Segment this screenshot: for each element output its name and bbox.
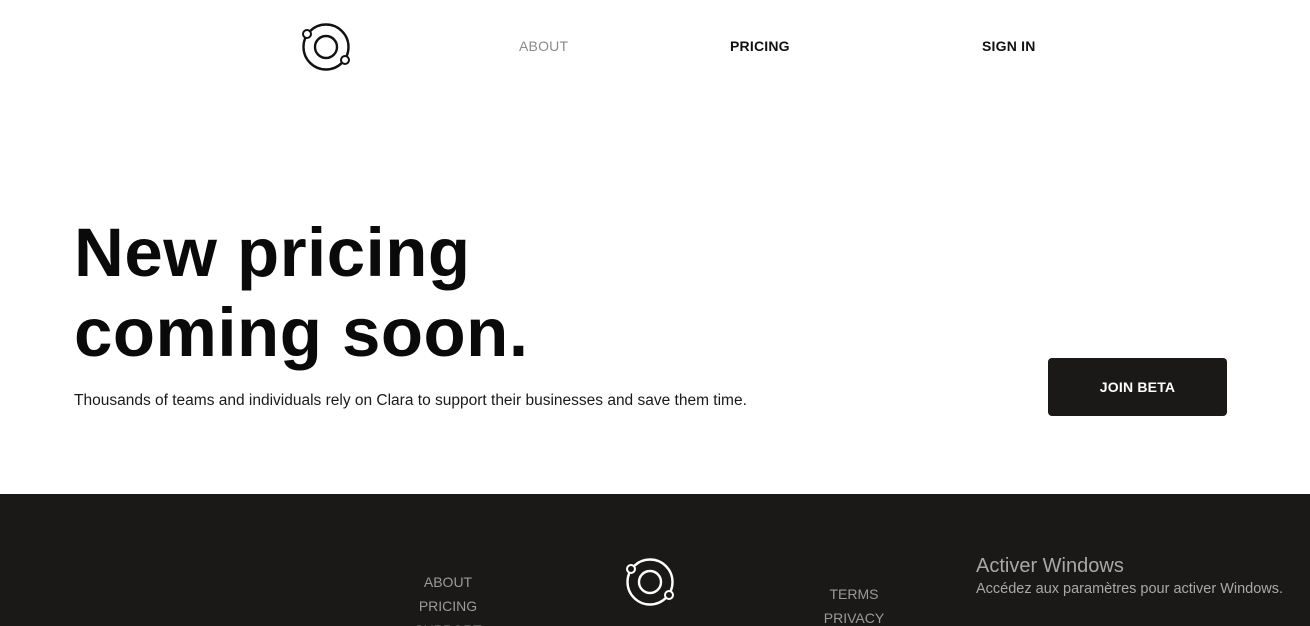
footer-nav-left: ABOUT PRICING SUPPORT	[398, 570, 498, 626]
orbit-ring-icon	[302, 23, 350, 71]
footer-logo-link[interactable]	[624, 556, 676, 608]
hero-title: New pricing coming soon.	[74, 213, 674, 373]
windows-activation-watermark: Activer Windows Accédez aux paramètres p…	[976, 554, 1283, 600]
site-footer: ABOUT PRICING SUPPORT TERMS PRIVACY Acti…	[0, 494, 1310, 626]
footer-link-about[interactable]: ABOUT	[398, 570, 498, 594]
footer-link-support[interactable]: SUPPORT	[398, 618, 498, 626]
orbit-ring-icon	[626, 558, 674, 606]
footer-link-privacy[interactable]: PRIVACY	[804, 606, 904, 626]
footer-nav-right: TERMS PRIVACY	[804, 582, 904, 626]
join-beta-button[interactable]: JOIN BETA	[1048, 358, 1227, 416]
nav-sign-in[interactable]: SIGN IN	[982, 38, 1036, 54]
nav-pricing[interactable]: PRICING	[730, 38, 790, 54]
hero-title-line-2: coming soon.	[74, 294, 529, 371]
footer-link-terms[interactable]: TERMS	[804, 582, 904, 606]
watermark-title: Activer Windows	[976, 555, 1124, 577]
watermark-text: Accédez aux paramètres pour activer Wind…	[976, 581, 1284, 597]
footer-link-pricing[interactable]: PRICING	[398, 594, 498, 618]
hero-title-line-1: New pricing	[74, 214, 471, 291]
nav-about[interactable]: ABOUT	[519, 38, 568, 54]
site-header: ABOUT PRICING SIGN IN	[0, 0, 1310, 94]
hero-subtitle: Thousands of teams and individuals rely …	[74, 392, 747, 409]
page: ABOUT PRICING SIGN IN New pricing coming…	[0, 0, 1310, 626]
logo-link[interactable]	[300, 21, 352, 73]
